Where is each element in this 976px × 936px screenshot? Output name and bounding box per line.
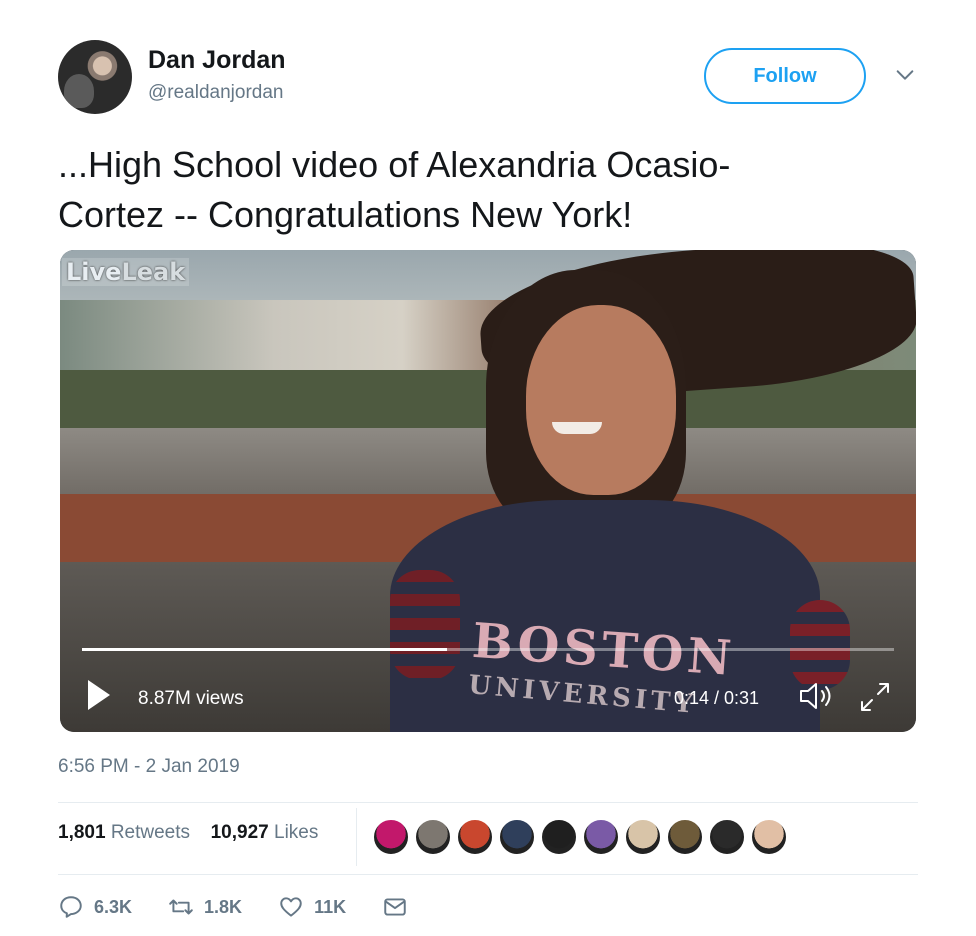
user-handle[interactable]: @realdanjordan bbox=[148, 82, 284, 104]
video-view-count: 8.87M views bbox=[138, 688, 244, 709]
avatar[interactable] bbox=[58, 40, 132, 114]
play-icon[interactable] bbox=[86, 678, 112, 712]
like-button[interactable]: 11K bbox=[278, 894, 346, 920]
direct-message-button[interactable] bbox=[382, 894, 408, 920]
retweets-count[interactable]: 1,801 bbox=[58, 822, 106, 843]
video-player[interactable]: BOSTON UNIVERSITY LiveLeak 8.87M views 0… bbox=[60, 250, 916, 732]
reply-count: 6.3K bbox=[94, 896, 133, 917]
liker-avatar-6[interactable] bbox=[582, 818, 620, 856]
retweet-action-count: 1.8K bbox=[204, 896, 243, 917]
fullscreen-icon[interactable] bbox=[858, 680, 892, 714]
likes-label[interactable]: Likes bbox=[274, 822, 318, 843]
reply-icon bbox=[60, 896, 82, 918]
divider bbox=[58, 874, 918, 875]
liker-avatar-4[interactable] bbox=[498, 818, 536, 856]
watermark-leak: Leak bbox=[121, 258, 186, 286]
tweet-text-line-1: ...High School video of Alexandria Ocasi… bbox=[58, 144, 731, 185]
liker-avatar-1[interactable] bbox=[372, 818, 410, 856]
retweet-button[interactable]: 1.8K bbox=[168, 894, 242, 920]
tweet-text: ...High School video of Alexandria Ocasi… bbox=[58, 140, 918, 240]
reply-button[interactable]: 6.3K bbox=[58, 894, 132, 920]
video-progress-bar[interactable] bbox=[82, 648, 894, 651]
liker-avatars bbox=[372, 818, 788, 856]
watermark-live: Live bbox=[66, 258, 122, 286]
retweet-icon bbox=[169, 899, 193, 915]
likes-count[interactable]: 10,927 bbox=[211, 822, 269, 843]
liker-avatar-2[interactable] bbox=[414, 818, 452, 856]
divider bbox=[58, 802, 918, 803]
liker-avatar-8[interactable] bbox=[666, 818, 704, 856]
liker-avatar-3[interactable] bbox=[456, 818, 494, 856]
chevron-down-icon[interactable] bbox=[894, 64, 916, 86]
envelope-icon bbox=[384, 898, 406, 916]
tweet-header: Dan Jordan @realdanjordan Follow bbox=[58, 40, 918, 120]
retweets-label[interactable]: Retweets bbox=[111, 822, 190, 843]
video-time: 0:14 / 0:31 bbox=[674, 688, 760, 708]
like-action-count: 11K bbox=[314, 896, 347, 917]
liker-avatar-7[interactable] bbox=[624, 818, 662, 856]
heart-icon bbox=[280, 897, 302, 917]
stats-divider bbox=[356, 808, 357, 866]
video-progress-fill bbox=[82, 648, 448, 651]
tweet-actions: 6.3K 1.8K 11K bbox=[58, 894, 444, 920]
liker-avatar-10[interactable] bbox=[750, 818, 788, 856]
follow-button[interactable]: Follow bbox=[704, 48, 866, 104]
liker-avatar-9[interactable] bbox=[708, 818, 746, 856]
video-frame: BOSTON UNIVERSITY bbox=[60, 250, 916, 732]
user-name[interactable]: Dan Jordan bbox=[148, 46, 286, 75]
volume-icon[interactable] bbox=[798, 680, 836, 712]
tweet-timestamp[interactable]: 6:56 PM - 2 Jan 2019 bbox=[58, 756, 240, 778]
engagement-stats: 1,801 Retweets 10,927 Likes bbox=[58, 822, 318, 844]
liker-avatar-5[interactable] bbox=[540, 818, 578, 856]
liveleak-watermark: LiveLeak bbox=[62, 258, 190, 286]
tweet-text-line-2: Cortez -- Congratulations New York! bbox=[58, 194, 633, 235]
